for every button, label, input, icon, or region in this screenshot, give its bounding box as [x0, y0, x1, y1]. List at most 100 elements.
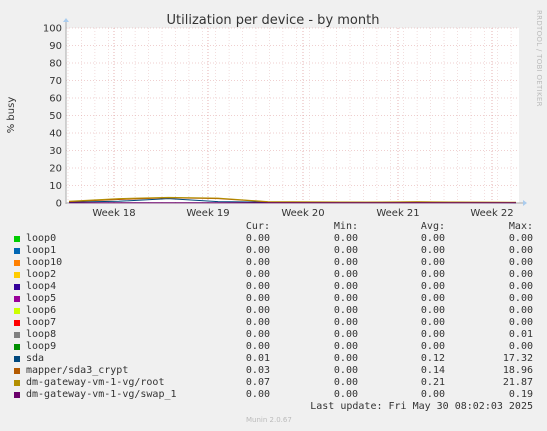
- legend-row: loop8 0.00 0.00 0.00 0.01: [0, 329, 547, 341]
- legend-swatch: [14, 332, 20, 338]
- legend-max-value: 18.96: [502, 365, 533, 376]
- legend-avg-value: 0.00: [420, 389, 445, 400]
- legend-swatch: [14, 344, 20, 350]
- legend-max-value: 0.00: [508, 269, 533, 280]
- legend-cur-value: 0.00: [245, 233, 270, 244]
- legend-swatch: [14, 380, 20, 386]
- legend-avg-value: 0.00: [420, 293, 445, 304]
- legend-header-avg: Avg:: [420, 221, 445, 232]
- legend-max-value: 0.00: [508, 257, 533, 268]
- legend-swatch: [14, 260, 20, 266]
- y-tick-label: 100: [43, 24, 62, 35]
- legend-avg-value: 0.00: [420, 305, 445, 316]
- x-axis-arrow: [523, 200, 527, 206]
- legend-min-value: 0.00: [333, 269, 358, 280]
- legend-min-value: 0.00: [333, 377, 358, 388]
- legend-avg-value: 0.21: [420, 377, 445, 388]
- legend-row: loop1 0.00 0.00 0.00 0.00: [0, 245, 547, 257]
- x-tick-label: Week 21: [376, 208, 419, 219]
- legend-min-value: 0.00: [333, 281, 358, 292]
- y-tick-label: 40: [49, 129, 62, 140]
- legend-series-name: loop4: [26, 281, 57, 292]
- legend-cur-value: 0.00: [245, 269, 270, 280]
- x-tick-label: Week 18: [92, 208, 135, 219]
- legend-swatch: [14, 356, 20, 362]
- y-tick-label: 80: [49, 59, 62, 70]
- legend-min-value: 0.00: [333, 389, 358, 400]
- legend-cur-value: 0.00: [245, 257, 270, 268]
- x-tick-label: Week 22: [470, 208, 513, 219]
- legend-series-name: loop6: [26, 305, 57, 316]
- legend-avg-value: 0.00: [420, 317, 445, 328]
- legend-max-value: 21.87: [502, 377, 533, 388]
- legend-series-name: loop5: [26, 293, 57, 304]
- y-tick-label: 10: [49, 181, 62, 192]
- legend-cur-value: 0.00: [245, 305, 270, 316]
- y-tick-label: 30: [49, 146, 62, 157]
- legend-row: loop2 0.00 0.00 0.00 0.00: [0, 269, 547, 281]
- legend-avg-value: 0.00: [420, 269, 445, 280]
- legend-swatch: [14, 296, 20, 302]
- legend-series-name: loop10: [26, 257, 63, 268]
- y-tick-label: 50: [49, 111, 62, 122]
- legend-series-name: loop9: [26, 341, 57, 352]
- legend-header-cur: Cur:: [245, 221, 270, 232]
- legend-max-value: 0.00: [508, 293, 533, 304]
- legend-cur-value: 0.00: [245, 389, 270, 400]
- legend-min-value: 0.00: [333, 329, 358, 340]
- legend-max-value: 0.19: [508, 389, 533, 400]
- legend-series-name: loop2: [26, 269, 57, 280]
- legend-row: mapper/sda3_crypt 0.03 0.00 0.14 18.96: [0, 365, 547, 377]
- legend-max-value: 17.32: [502, 353, 533, 364]
- legend-row: sda 0.01 0.00 0.12 17.32: [0, 353, 547, 365]
- legend-series-name: loop7: [26, 317, 57, 328]
- y-tick-label: 70: [49, 76, 62, 87]
- rrdtool-watermark: RRDTOOL / TOBI OETIKER: [535, 10, 543, 107]
- legend-series-name: loop8: [26, 329, 57, 340]
- last-update: Last update: Fri May 30 08:02:03 2025: [310, 401, 533, 412]
- legend-min-value: 0.00: [333, 365, 358, 376]
- legend-cur-value: 0.03: [245, 365, 270, 376]
- legend-row: loop4 0.00 0.00 0.00 0.00: [0, 281, 547, 293]
- y-tick-label: 60: [49, 94, 62, 105]
- legend-series-name: mapper/sda3_crypt: [26, 365, 129, 376]
- chart: Utilization per device - by month % busy…: [6, 10, 543, 219]
- legend-max-value: 0.00: [508, 341, 533, 352]
- legend-row: loop10 0.00 0.00 0.00 0.00: [0, 257, 547, 269]
- legend-series-name: sda: [26, 353, 45, 364]
- legend-cur-value: 0.00: [245, 293, 270, 304]
- legend-header-min: Min:: [333, 221, 358, 232]
- munin-version: Munin 2.0.67: [246, 416, 292, 424]
- legend-avg-value: 0.00: [420, 329, 445, 340]
- legend-min-value: 0.00: [333, 305, 358, 316]
- legend-max-value: 0.00: [508, 317, 533, 328]
- legend-row: loop7 0.00 0.00 0.00 0.00: [0, 317, 547, 329]
- y-axis-label: % busy: [6, 97, 17, 134]
- legend-avg-value: 0.00: [420, 281, 445, 292]
- legend-min-value: 0.00: [333, 257, 358, 268]
- legend-row: loop9 0.00 0.00 0.00 0.00: [0, 341, 547, 353]
- legend-table: Cur: Min: Avg: Max: loop0 0.00 0.00 0.00 0.0…: [0, 221, 547, 401]
- legend-avg-value: 0.00: [420, 245, 445, 256]
- legend-swatch: [14, 236, 20, 242]
- legend-series-name: dm-gateway-vm-1-vg/root: [26, 377, 165, 388]
- legend-cur-value: 0.00: [245, 341, 270, 352]
- legend-min-value: 0.00: [333, 317, 358, 328]
- legend-max-value: 0.00: [508, 233, 533, 244]
- y-axis-arrow: [63, 18, 69, 22]
- x-tick-label: Week 20: [281, 208, 324, 219]
- legend-cur-value: 0.07: [245, 377, 270, 388]
- legend-cur-value: 0.00: [245, 329, 270, 340]
- legend-cur-value: 0.00: [245, 245, 270, 256]
- plot-area: 0 10 20 30 40 50 60 70 80 90 100 Week 18 Week 19 Week…: [43, 18, 527, 219]
- legend-min-value: 0.00: [333, 293, 358, 304]
- legend-row: loop0 0.00 0.00 0.00 0.00: [0, 233, 547, 245]
- legend-row: loop6 0.00 0.00 0.00 0.00: [0, 305, 547, 317]
- legend-header-max: Max:: [508, 221, 533, 232]
- x-tick-label: Week 19: [186, 208, 229, 219]
- legend-rows: loop0 0.00 0.00 0.00 0.00 loop1 0.00 0.00 0.00 0.…: [0, 233, 547, 401]
- legend-swatch: [14, 392, 20, 398]
- y-tick-label: 90: [49, 41, 62, 52]
- legend-avg-value: 0.12: [420, 353, 445, 364]
- plot-background: [66, 28, 519, 203]
